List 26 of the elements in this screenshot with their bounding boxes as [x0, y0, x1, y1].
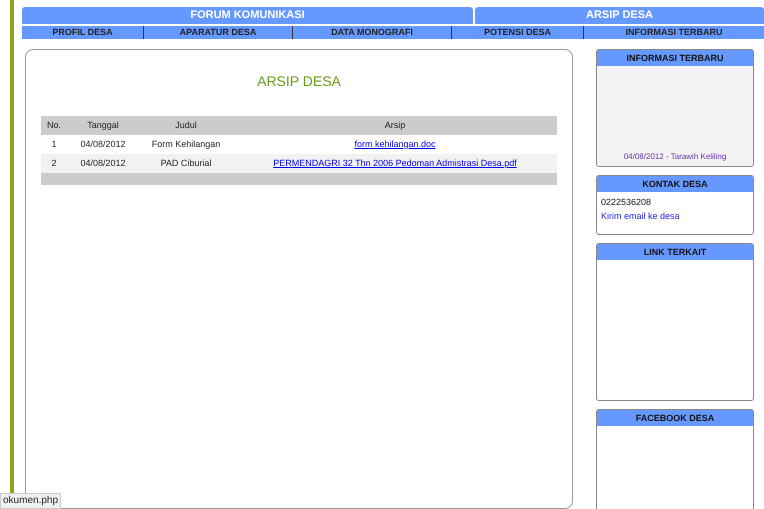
phone-number: 0222536208 — [601, 196, 652, 209]
email-link[interactable]: Kirim email ke desa — [601, 210, 749, 223]
table-cell: PAD Ciburial — [139, 154, 233, 173]
page-title: ARSIP DESA — [257, 72, 341, 91]
nav-link[interactable]: APARATUR DESA — [144, 26, 293, 39]
box-title: KONTAK DESA — [597, 176, 753, 192]
table-cell: 04/08/2012 — [67, 154, 139, 173]
news-item[interactable]: 04/08/2012 - Tarawih Keliling — [624, 151, 726, 163]
box-title: INFORMASI TERBARU — [597, 50, 753, 66]
file-link[interactable]: PERMENDAGRI 32 Thn 2006 Pedoman Admistrasi Desa.pdf — [273, 158, 517, 168]
table-cell: Form Kehilangan — [139, 135, 233, 154]
nav-link[interactable]: PROFIL DESA — [22, 26, 144, 39]
table-cell: 04/08/2012 — [67, 135, 139, 154]
table-cell: 2 — [41, 154, 67, 173]
table-cell: 1 — [41, 135, 67, 154]
column-header: Judul — [139, 116, 233, 135]
status-bar: okumen.php — [0, 493, 62, 509]
column-header: Arsip — [233, 116, 557, 135]
nav-link[interactable]: DATA MONOGRAFI — [293, 26, 452, 39]
box-title: LINK TERKAIT — [597, 244, 753, 260]
nav-link[interactable]: INFORMASI TERBARU — [584, 26, 764, 39]
column-header: Tanggal — [67, 116, 139, 135]
box-title: FACEBOOK DESA — [597, 410, 753, 426]
file-link[interactable]: form kehilangan.doc — [354, 138, 436, 149]
column-header: No. — [41, 116, 67, 135]
nav-link[interactable]: POTENSI DESA — [452, 26, 584, 39]
